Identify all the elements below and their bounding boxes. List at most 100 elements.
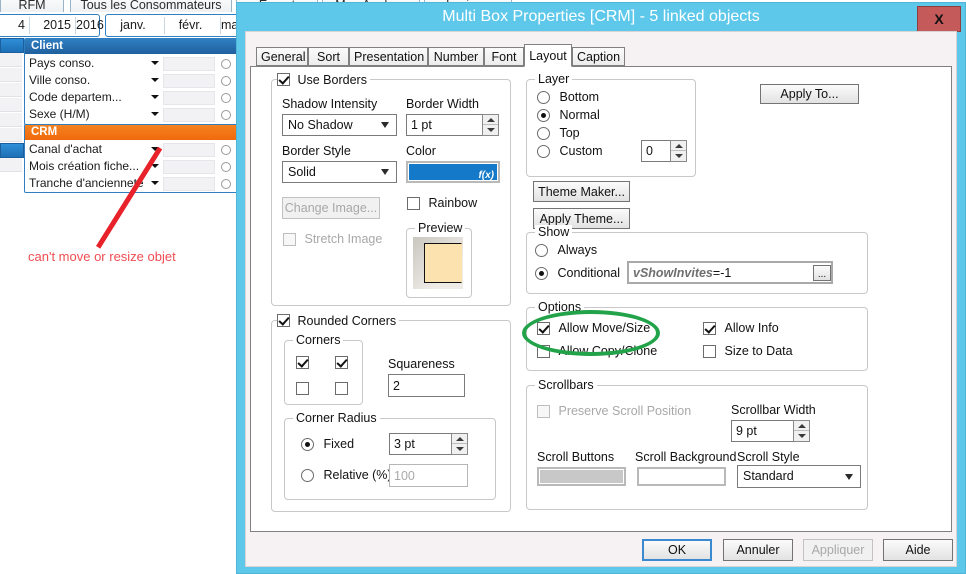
- chevron-down-icon[interactable]: [151, 112, 159, 116]
- layer-bottom-radio[interactable]: [537, 91, 550, 105]
- rainbow-row[interactable]: Rainbow: [407, 196, 477, 211]
- bg-tab-tous-les-consommateurs[interactable]: Tous les Consommateurs: [70, 0, 232, 12]
- layer-custom-radio[interactable]: [537, 145, 550, 159]
- rail-row-3[interactable]: [0, 83, 22, 97]
- stretch-image-row[interactable]: Stretch Image: [283, 232, 382, 247]
- scroll-background-color-swatch[interactable]: [637, 467, 726, 486]
- corner-bottom-right-checkbox[interactable]: [335, 382, 348, 395]
- squareness-input[interactable]: 2: [388, 374, 465, 397]
- rail-row-7[interactable]: [0, 158, 22, 172]
- tab-caption[interactable]: Caption: [572, 47, 625, 66]
- radius-relative-radio[interactable]: [301, 469, 314, 483]
- layer-bottom-row[interactable]: Bottom: [537, 90, 599, 105]
- year-selector[interactable]: 4 2015 2016: [0, 14, 104, 37]
- layer-normal-radio[interactable]: [537, 109, 550, 123]
- layer-top-radio[interactable]: [537, 127, 550, 141]
- bg-tab-rfm[interactable]: RFM: [0, 0, 64, 12]
- scrollbar-width-stepper[interactable]: [793, 420, 810, 442]
- row-toggle-circle[interactable]: [221, 110, 231, 120]
- tab-number[interactable]: Number: [428, 47, 484, 66]
- condition-expression-input[interactable]: vShowInvites =-1: [627, 261, 833, 284]
- panel-client-row-0[interactable]: Pays conso.: [25, 54, 238, 71]
- tab-layout[interactable]: Layout: [524, 44, 572, 67]
- scroll-buttons-color-swatch[interactable]: [537, 467, 626, 486]
- allow-info-checkbox[interactable]: [703, 322, 716, 336]
- tab-font[interactable]: Font: [484, 47, 524, 66]
- scrollbar-width-input[interactable]: 9 pt: [731, 420, 794, 442]
- radius-relative-input[interactable]: 100: [389, 464, 468, 487]
- border-style-combo[interactable]: Solid: [282, 161, 397, 183]
- radius-relative-row[interactable]: Relative (%): [301, 468, 392, 483]
- tab-general[interactable]: General: [256, 47, 308, 66]
- shadow-intensity-combo[interactable]: No Shadow: [282, 114, 397, 136]
- cancel-button[interactable]: Annuler: [723, 539, 793, 561]
- apply-button[interactable]: Appliquer: [803, 539, 873, 561]
- apply-to-button[interactable]: Apply To...: [760, 84, 859, 104]
- corner-top-left-checkbox[interactable]: [296, 356, 309, 369]
- scroll-style-combo[interactable]: Standard: [737, 465, 861, 488]
- rail-row-2[interactable]: [0, 68, 22, 82]
- month-selector[interactable]: janv. févr. ma: [105, 14, 242, 37]
- layer-normal-row[interactable]: Normal: [537, 108, 600, 123]
- radius-fixed-stepper[interactable]: [451, 433, 468, 455]
- radius-fixed-radio[interactable]: [301, 438, 314, 452]
- corner-top-right-checkbox[interactable]: [335, 356, 348, 369]
- allow-info-row[interactable]: Allow Info: [703, 321, 779, 336]
- border-color-swatch[interactable]: f(x): [406, 161, 500, 183]
- panel-client-row-3[interactable]: Sexe (H/M): [25, 105, 238, 122]
- show-always-row[interactable]: Always: [535, 243, 597, 258]
- size-to-data-row[interactable]: Size to Data: [703, 344, 793, 359]
- layer-top-row[interactable]: Top: [537, 126, 580, 141]
- year-cell-2016[interactable]: 2016: [76, 15, 104, 36]
- row-toggle-circle[interactable]: [221, 145, 231, 155]
- preserve-scroll-position-checkbox[interactable]: [537, 405, 550, 419]
- tab-sort[interactable]: Sort: [308, 47, 349, 66]
- tab-presentation[interactable]: Presentation: [349, 47, 428, 66]
- panel-crm-row-1[interactable]: Mois création fiche...: [25, 157, 238, 174]
- size-to-data-checkbox[interactable]: [703, 345, 716, 359]
- month-cell-janv[interactable]: janv.: [106, 15, 164, 36]
- chevron-down-icon[interactable]: [151, 181, 159, 185]
- border-width-stepper[interactable]: [482, 114, 499, 136]
- use-borders-checkbox[interactable]: [277, 73, 290, 87]
- month-cell-fevr[interactable]: févr.: [165, 15, 220, 36]
- rounded-corners-checkbox[interactable]: [277, 314, 290, 328]
- radius-fixed-row[interactable]: Fixed: [301, 437, 354, 452]
- show-conditional-radio[interactable]: [535, 267, 548, 281]
- show-conditional-row[interactable]: Conditional: [535, 266, 620, 281]
- rail-row-5[interactable]: [0, 113, 22, 127]
- year-cell-2014[interactable]: 4: [0, 15, 29, 36]
- chevron-down-icon[interactable]: [151, 95, 159, 99]
- chevron-down-icon[interactable]: [151, 78, 159, 82]
- condition-browse-button[interactable]: ...: [813, 265, 831, 281]
- stretch-image-checkbox[interactable]: [283, 233, 296, 247]
- layer-custom-input[interactable]: 0: [641, 140, 671, 162]
- rail-row-selected-1[interactable]: [0, 38, 24, 53]
- preserve-scroll-position-row[interactable]: Preserve Scroll Position: [537, 404, 691, 419]
- chevron-down-icon[interactable]: [151, 61, 159, 65]
- layer-custom-row[interactable]: Custom: [537, 144, 603, 159]
- close-icon[interactable]: X: [917, 6, 961, 32]
- year-cell-2015[interactable]: 2015: [30, 15, 75, 36]
- row-toggle-circle[interactable]: [221, 93, 231, 103]
- theme-maker-button[interactable]: Theme Maker...: [533, 181, 630, 202]
- allow-move-size-row[interactable]: Allow Move/Size: [537, 321, 650, 336]
- rail-row-selected-2[interactable]: [0, 143, 24, 158]
- rainbow-checkbox[interactable]: [407, 197, 420, 211]
- border-width-input[interactable]: 1 pt: [406, 114, 483, 136]
- row-toggle-circle[interactable]: [221, 162, 231, 172]
- panel-crm-row-0[interactable]: Canal d'achat: [25, 140, 238, 157]
- rail-row-1[interactable]: [0, 53, 22, 67]
- row-toggle-circle[interactable]: [221, 179, 231, 189]
- rail-row-4[interactable]: [0, 98, 22, 112]
- allow-move-size-checkbox[interactable]: [537, 322, 550, 336]
- row-toggle-circle[interactable]: [221, 59, 231, 69]
- allow-copy-clone-checkbox[interactable]: [537, 345, 550, 359]
- change-image-button[interactable]: Change Image...: [282, 197, 380, 219]
- panel-client-row-2[interactable]: Code departem...: [25, 88, 238, 105]
- row-toggle-circle[interactable]: [221, 76, 231, 86]
- panel-client-row-1[interactable]: Ville conso.: [25, 71, 238, 88]
- radius-fixed-input[interactable]: 3 pt: [389, 433, 452, 455]
- layer-custom-stepper[interactable]: [670, 140, 687, 162]
- show-always-radio[interactable]: [535, 244, 548, 258]
